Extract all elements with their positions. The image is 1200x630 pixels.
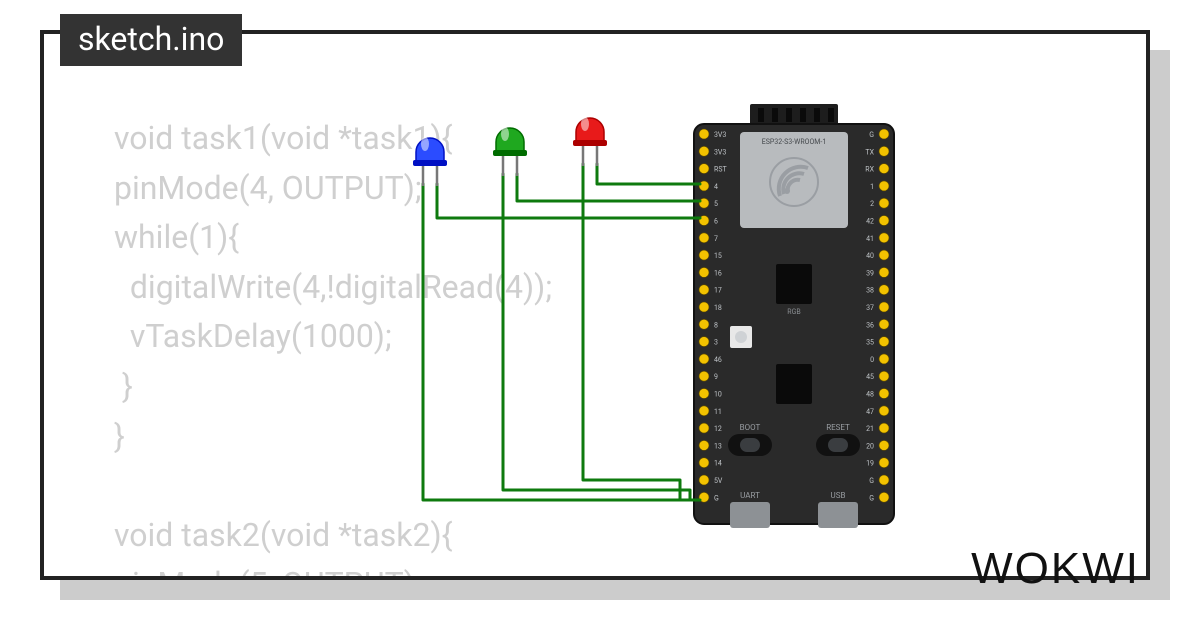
svg-text:UART: UART — [740, 491, 760, 500]
svg-text:39: 39 — [866, 269, 874, 277]
green-led — [493, 127, 527, 176]
svg-text:RESET: RESET — [826, 423, 850, 432]
file-tab-label: sketch.ino — [78, 20, 224, 58]
svg-text:4: 4 — [714, 183, 718, 191]
svg-text:21: 21 — [866, 425, 874, 433]
svg-text:37: 37 — [866, 304, 874, 312]
card: void task1(void *task1){ pinMode(4, OUTP… — [40, 30, 1150, 580]
brand-logo: WOKWI — [971, 544, 1140, 594]
file-tab[interactable]: sketch.ino — [60, 14, 242, 66]
svg-text:17: 17 — [714, 287, 722, 295]
svg-text:8: 8 — [714, 321, 718, 329]
svg-text:3: 3 — [714, 339, 718, 347]
svg-text:3V3: 3V3 — [714, 131, 726, 139]
wires — [423, 164, 700, 500]
chip-label: ESP32-S3-WROOM-1 — [762, 138, 827, 146]
svg-text:RGB: RGB — [787, 308, 800, 316]
svg-text:6: 6 — [714, 218, 718, 226]
svg-text:G: G — [714, 494, 719, 502]
svg-text:13: 13 — [714, 442, 722, 450]
svg-text:2: 2 — [870, 200, 874, 208]
svg-text:46: 46 — [714, 356, 722, 364]
svg-text:BOOT: BOOT — [740, 423, 761, 432]
uart-port-icon — [730, 502, 770, 528]
card-root: void task1(void *task1){ pinMode(4, OUTP… — [0, 0, 1200, 630]
svg-text:36: 36 — [866, 321, 874, 329]
svg-text:G: G — [869, 477, 874, 485]
svg-text:40: 40 — [866, 252, 874, 260]
usb-port-icon — [818, 502, 858, 528]
svg-text:10: 10 — [714, 391, 722, 399]
esp32-board: ESP32-S3-WROOM-1 RGB B — [694, 104, 894, 528]
svg-text:18: 18 — [714, 304, 722, 312]
svg-text:41: 41 — [866, 235, 874, 243]
svg-text:RX: RX — [865, 166, 874, 174]
svg-text:48: 48 — [866, 391, 874, 399]
svg-text:RST: RST — [714, 166, 727, 174]
brand-text: WOKWI — [971, 544, 1140, 593]
red-led — [573, 117, 607, 166]
svg-text:G: G — [869, 131, 874, 139]
svg-text:0: 0 — [870, 356, 874, 364]
svg-text:14: 14 — [714, 460, 722, 468]
svg-text:12: 12 — [714, 425, 722, 433]
svg-text:TX: TX — [865, 148, 874, 156]
svg-text:5V: 5V — [714, 477, 723, 485]
svg-text:5: 5 — [714, 200, 718, 208]
svg-text:G: G — [869, 494, 874, 502]
svg-text:USB: USB — [831, 491, 846, 500]
svg-text:38: 38 — [866, 287, 874, 295]
svg-text:20: 20 — [866, 442, 874, 450]
svg-text:7: 7 — [714, 235, 718, 243]
svg-text:1: 1 — [870, 183, 874, 191]
svg-text:15: 15 — [714, 252, 722, 260]
svg-text:3V3: 3V3 — [714, 148, 726, 156]
svg-text:19: 19 — [866, 460, 874, 468]
svg-text:45: 45 — [866, 373, 874, 381]
svg-text:11: 11 — [714, 408, 722, 416]
svg-text:35: 35 — [866, 339, 874, 347]
svg-text:42: 42 — [866, 218, 874, 226]
svg-text:47: 47 — [866, 408, 874, 416]
circuit-diagram: ESP32-S3-WROOM-1 RGB B — [394, 104, 1034, 564]
blue-led — [413, 137, 447, 186]
svg-text:16: 16 — [714, 269, 722, 277]
svg-text:9: 9 — [714, 373, 718, 381]
